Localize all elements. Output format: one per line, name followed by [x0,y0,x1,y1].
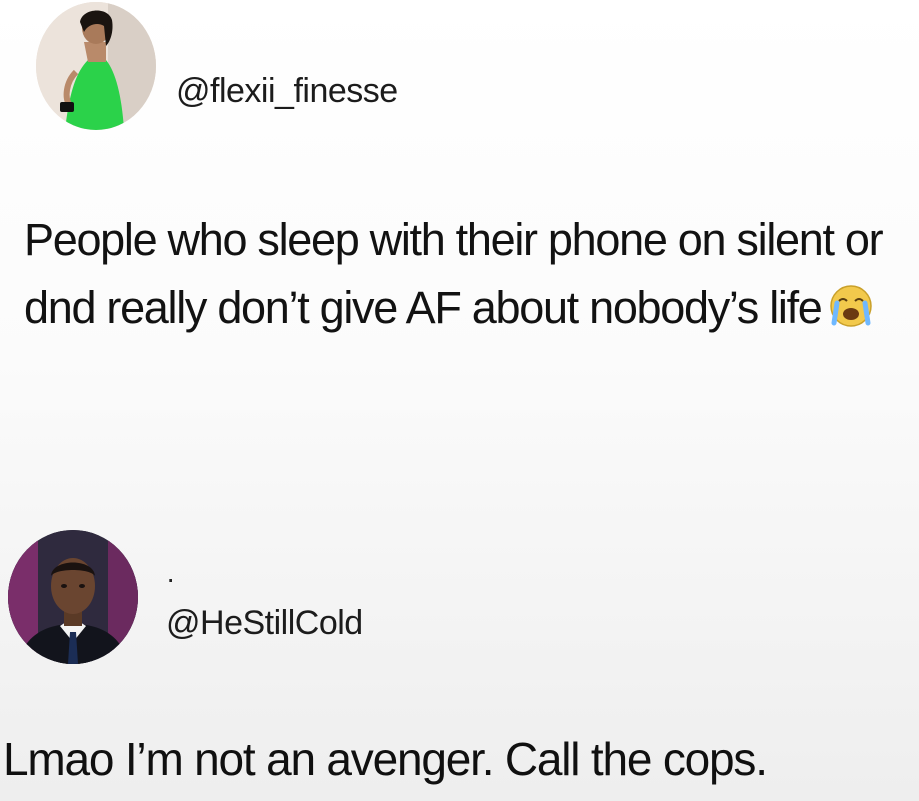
tweet-text-content: People who sleep with their phone on sil… [24,214,884,333]
separator-dot: · [166,563,176,594]
original-tweet: @flexii_finesse People who sleep with th… [0,0,919,480]
loudly-crying-face-icon [829,285,872,327]
tweet-text: People who sleep with their phone on sil… [24,206,904,342]
tweet-handle[interactable]: @flexii_finesse [176,72,398,111]
reply-text: Lmao I’m not an avenger. Call the cops. [3,733,768,785]
reply-handle[interactable]: @HeStillCold [166,604,363,643]
avatar[interactable] [36,2,156,130]
reply-tweet: · @HeStillCold Lmao I’m not an avenger. … [0,480,919,801]
avatar[interactable] [8,530,138,664]
